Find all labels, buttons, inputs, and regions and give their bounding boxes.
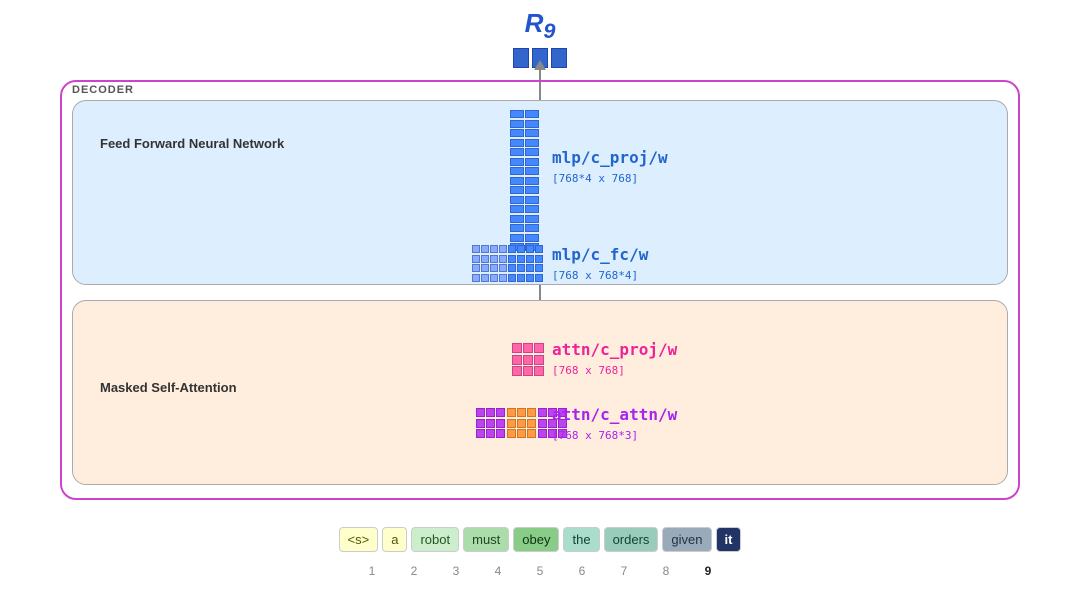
main-container: R9 DECODER Feed Forward Neural Network M… [0,0,1080,594]
attn-cproj-matrix [512,343,544,376]
pos-5: 5 [521,564,559,578]
attn-cproj-label: attn/c_proj/w [768 x 768] [552,340,677,378]
token-s: <s> [339,527,379,552]
pos-4: 4 [479,564,517,578]
token-a: a [382,527,407,552]
position-row: 1 2 3 4 5 6 7 8 9 [0,564,1080,578]
pos-3: 3 [437,564,475,578]
pos-8: 8 [647,564,685,578]
token-obey: obey [513,527,559,552]
r9-cell-1 [513,48,529,68]
mlp-cfc-matrix [472,245,543,282]
mlp-cproj-label: mlp/c_proj/w [768*4 x 768] [552,148,668,186]
token-given: given [662,527,711,552]
pos-6: 6 [563,564,601,578]
ffnn-label: Feed Forward Neural Network [100,136,284,151]
mlp-cproj-matrix [510,110,542,251]
msa-label: Masked Self-Attention [100,380,237,395]
token-orders: orders [604,527,659,552]
pos-2: 2 [395,564,433,578]
pos-9: 9 [689,564,727,578]
token-robot: robot [411,527,459,552]
r9-label: R9 [525,8,556,44]
token-must: must [463,527,509,552]
token-row: <s> a robot must obey the orders given i… [0,527,1080,552]
token-the: the [563,527,599,552]
token-it: it [716,527,742,552]
pos-1: 1 [353,564,391,578]
attn-cattn-label: attn/c_attn/w [768 x 768*3] [552,405,677,443]
r9-cell-3 [551,48,567,68]
mlp-cfc-label: mlp/c_fc/w [768 x 768*4] [552,245,648,283]
pos-7: 7 [605,564,643,578]
